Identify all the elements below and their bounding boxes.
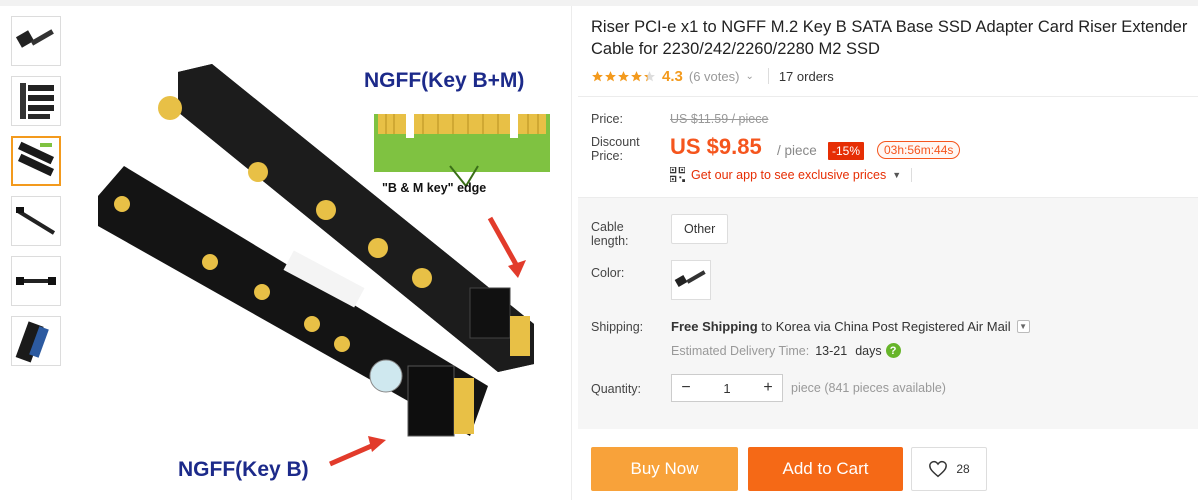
star-icon <box>592 70 603 81</box>
cable-length-label: Cable length: <box>591 220 629 248</box>
heart-icon <box>929 460 948 478</box>
cable-length-option[interactable]: Other <box>671 214 729 244</box>
product-page: NGFF(Key B+M) "B & M key" edge NGFF(Key … <box>0 0 1198 500</box>
shipping-destination: to Korea via China Post Registered Air M… <box>761 319 1011 334</box>
product-title: Riser PCI-e x1 to NGFF M.2 Key B SATA Ba… <box>591 18 1188 58</box>
star-half-icon <box>644 70 655 81</box>
top-divider <box>0 0 1198 6</box>
wishlist-button[interactable]: 28 <box>911 447 987 491</box>
thumbnail-4[interactable] <box>11 196 61 246</box>
quantity-available: piece (841 pieces available) <box>791 381 946 395</box>
thumbnail-image <box>16 277 56 285</box>
thumbnail-image <box>16 207 56 235</box>
discount-price: US $9.85 <box>670 134 762 159</box>
app-promo[interactable]: Get our app to see exclusive prices ▼ <box>670 167 913 182</box>
color-label: Color: <box>591 266 625 280</box>
decrement-button[interactable]: − <box>672 375 700 401</box>
panel-divider <box>571 6 572 500</box>
rating-row: 4.3 (6 votes) ⌄ 17 orders <box>591 66 834 86</box>
quantity-input[interactable]: 1 <box>700 381 754 396</box>
thumbnail-1[interactable] <box>11 16 61 66</box>
thumbnail-image <box>15 321 49 363</box>
countdown-timer: 03h:56m:44s <box>877 141 961 159</box>
thumbnail-image <box>17 141 55 177</box>
shipping-label: Shipping: <box>591 320 644 334</box>
thumbnail-image <box>15 29 54 48</box>
discount-label: Discount Price: <box>591 135 640 163</box>
thumbnail-image <box>20 83 54 119</box>
star-icon <box>618 70 629 81</box>
quantity-label: Quantity: <box>591 382 642 396</box>
price-section: Price: US $11.59 / piece Discount Price:… <box>578 96 1198 194</box>
price-label: Price: <box>591 112 623 126</box>
key-b-label: NGFF(Key B) <box>178 458 309 481</box>
main-product-image[interactable]: NGFF(Key B+M) "B & M key" edge NGFF(Key … <box>78 16 562 500</box>
separator <box>767 68 769 84</box>
caret-down-icon: ▼ <box>892 169 902 180</box>
quantity-stepper: − 1 + <box>671 374 783 402</box>
color-thumbnail <box>674 270 706 287</box>
thumbnail-2[interactable] <box>11 76 61 126</box>
thumbnail-5[interactable] <box>11 256 61 306</box>
star-icon <box>631 70 642 81</box>
delivery-days: 13-21 <box>815 343 848 358</box>
wishlist-count: 28 <box>956 462 970 476</box>
product-photo: NGFF(Key B+M) "B & M key" edge NGFF(Key … <box>98 64 550 481</box>
arrow-bottom <box>329 441 377 467</box>
star-icon <box>605 70 616 81</box>
thumbnail-3[interactable] <box>11 136 61 186</box>
delivery-estimate: Estimated Delivery Time: 13-21 days ? <box>671 343 901 358</box>
shipping-info: Free Shipping to Korea via China Post Re… <box>671 319 1030 334</box>
add-to-cart-button[interactable]: Add to Cart <box>748 447 903 491</box>
key-bm-label: NGFF(Key B+M) <box>364 69 524 92</box>
arrow-top <box>487 216 521 270</box>
color-option[interactable] <box>671 260 711 300</box>
thumbnail-6[interactable] <box>11 316 61 366</box>
per-piece-label: / piece <box>777 143 817 158</box>
chevron-down-icon[interactable]: ▼ <box>1016 320 1030 333</box>
days-unit: days <box>855 343 882 358</box>
increment-button[interactable]: + <box>754 375 782 401</box>
chevron-down-icon[interactable]: ⌄ <box>745 71 753 82</box>
connector-illustration <box>374 114 550 188</box>
rating-value: 4.3 <box>662 67 683 85</box>
free-shipping: Free Shipping <box>671 319 758 334</box>
buy-now-button[interactable]: Buy Now <box>591 447 738 491</box>
help-icon[interactable]: ? <box>885 343 901 358</box>
app-promo-text: Get our app to see exclusive prices <box>691 167 887 182</box>
edge-label: "B & M key" edge <box>382 181 486 195</box>
options-section: Cable length: Other Color: Shipping: Fre… <box>578 197 1198 429</box>
thumbnail-list <box>11 16 61 376</box>
star-rating <box>591 70 656 83</box>
separator <box>911 167 913 182</box>
orders-count: 17 orders <box>778 68 834 84</box>
discount-badge: -15% <box>828 142 865 160</box>
votes-link[interactable]: (6 votes) <box>689 69 740 84</box>
delivery-label: Estimated Delivery Time: <box>671 343 810 358</box>
original-price: US $11.59 / piece <box>670 112 769 126</box>
qr-code-icon <box>670 167 685 182</box>
